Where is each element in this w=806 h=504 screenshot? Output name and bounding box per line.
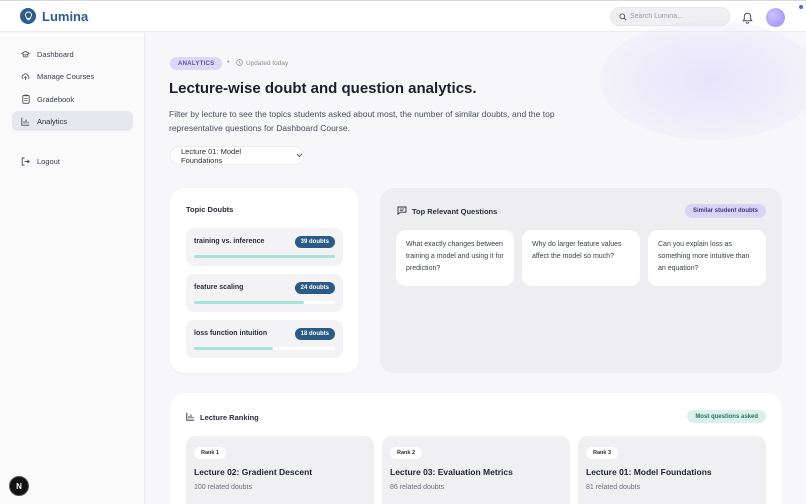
topic-count-badge: 39 doubts (294, 236, 335, 248)
clipboard-icon (21, 94, 30, 104)
sidebar-item-label: Dashboard (37, 49, 74, 59)
logout-icon (21, 157, 30, 166)
question-card[interactable]: Can you explain loss as something more i… (648, 230, 766, 286)
sidebar-item-label: Manage Courses (37, 71, 95, 81)
bar-chart-icon (21, 117, 30, 126)
message-square-icon (397, 206, 407, 217)
most-questions-badge: Most questions asked (687, 410, 766, 423)
lecture-select[interactable]: Lecture 01: Model Foundations (170, 146, 304, 165)
logout-button[interactable]: Logout (12, 151, 133, 171)
topic-label: feature scaling (194, 284, 244, 291)
app-name: Lumina (42, 8, 89, 24)
questions-title: Top Relevant Questions (397, 206, 497, 217)
ranking-title: Lecture Ranking (186, 412, 259, 423)
updated-text: Updated today (246, 60, 289, 67)
background-glow (600, 20, 806, 140)
ranking-item[interactable]: Rank 3 Lecture 01: Model Foundations 81 … (578, 436, 766, 504)
topic-count-badge: 18 doubts (294, 328, 335, 340)
questions-title-text: Top Relevant Questions (412, 207, 498, 216)
chevron-down-icon (296, 151, 303, 160)
separator-dot: • (227, 59, 230, 66)
updated-status: Updated today (236, 59, 288, 68)
topic-progress-track (194, 301, 335, 304)
app-logo[interactable]: Lumina (20, 8, 88, 24)
rank-badge: Rank 2 (390, 447, 423, 459)
search-input[interactable] (630, 13, 726, 20)
lecture-name: Lecture 01: Model Foundations (586, 467, 712, 477)
bar-chart-icon (186, 412, 195, 423)
status-dot (799, 5, 803, 9)
page-description: Filter by lecture to see the topics stud… (169, 109, 555, 133)
ranking-item[interactable]: Rank 2 Lecture 03: Evaluation Metrics 86… (382, 436, 570, 504)
ranking-title-text: Lecture Ranking (200, 413, 259, 422)
lightbulb-icon (20, 8, 36, 24)
related-doubts-count: 86 related doubts (390, 484, 445, 491)
analytics-badge: ANALYTICS (170, 57, 223, 70)
topic-label: loss function intuition (194, 330, 268, 337)
sidebar-item-label: Analytics (37, 116, 68, 126)
topic-item[interactable]: training vs. inference 39 doubts (186, 228, 343, 266)
rank-badge: Rank 3 (586, 447, 619, 459)
clock-icon (236, 59, 243, 68)
page-title: Lecture-wise doubt and question analytic… (169, 80, 477, 97)
n-floating-button[interactable]: N (9, 476, 29, 496)
topic-item[interactable]: loss function intuition 18 doubts (186, 320, 343, 358)
question-card[interactable]: What exactly changes between training a … (396, 230, 514, 286)
sidebar-item-analytics[interactable]: Analytics (12, 111, 133, 131)
topic-progress-track (194, 255, 335, 258)
topic-progress-fill (194, 347, 273, 350)
graduation-cap-icon (21, 50, 30, 59)
topic-item[interactable]: feature scaling 24 doubts (186, 274, 343, 312)
related-doubts-count: 100 related doubts (194, 484, 252, 491)
topic-label: training vs. inference (194, 238, 265, 245)
lecture-ranking-card: Lecture Ranking Most questions asked Ran… (170, 393, 782, 504)
cloud-upload-icon (21, 72, 30, 81)
sidebar-item-dashboard[interactable]: Dashboard (12, 44, 133, 64)
lecture-select-value: Lecture 01: Model Foundations (181, 146, 242, 165)
topic-doubts-card: Topic Doubts training vs. inference 39 d… (170, 188, 359, 373)
lecture-name: Lecture 03: Evaluation Metrics (390, 467, 513, 477)
sidebar-item-manage-courses[interactable]: Manage Courses (12, 66, 133, 86)
similar-doubts-badge: Similar student doubts (684, 204, 766, 218)
topic-count-badge: 24 doubts (294, 282, 335, 294)
rank-badge: Rank 1 (194, 447, 227, 459)
topic-doubts-title: Topic Doubts (186, 205, 234, 214)
topic-progress-track (194, 347, 335, 350)
questions-card: Top Relevant Questions Similar student d… (380, 188, 782, 373)
sidebar-item-gradebook[interactable]: Gradebook (12, 89, 133, 109)
ranking-item[interactable]: Rank 1 Lecture 02: Gradient Descent 100 … (186, 436, 374, 504)
topic-progress-fill (194, 255, 335, 258)
search-icon (619, 8, 627, 26)
sidebar: Dashboard Manage Courses Gradebook Analy… (0, 33, 145, 504)
avatar[interactable] (766, 8, 785, 27)
lecture-name: Lecture 02: Gradient Descent (194, 467, 313, 477)
topic-progress-fill (194, 301, 304, 304)
related-doubts-count: 81 related doubts (586, 484, 641, 491)
sidebar-item-label: Gradebook (37, 94, 75, 104)
question-card[interactable]: Why do larger feature values affect the … (522, 230, 640, 286)
logout-label: Logout (37, 156, 60, 166)
